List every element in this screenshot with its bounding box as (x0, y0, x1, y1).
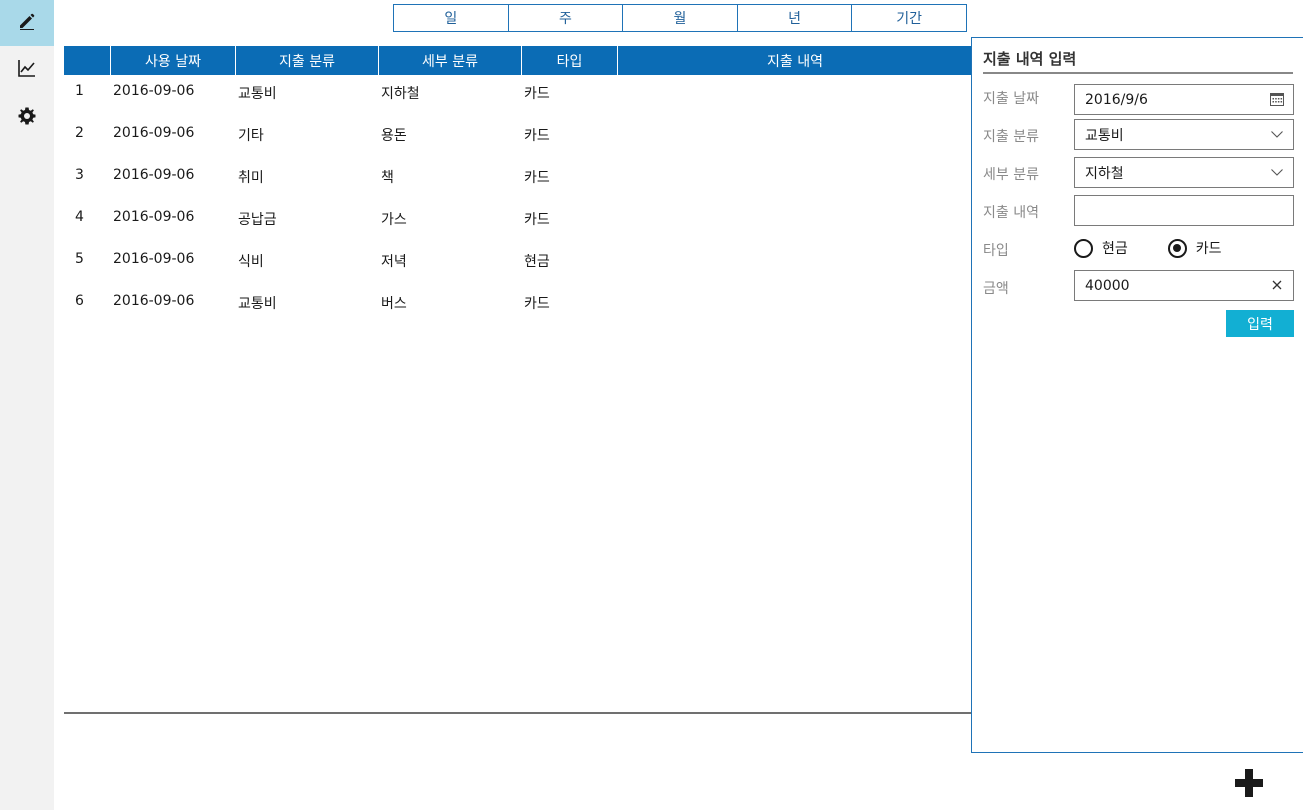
table-bottom-divider (64, 712, 972, 714)
amount-value: 40000 (1085, 277, 1130, 294)
row-index: 2 (75, 125, 84, 141)
sidebar-item-settings[interactable] (0, 95, 54, 141)
row-date: 2016-09-06 (113, 251, 195, 267)
plus-icon (1234, 769, 1264, 802)
row-index: 1 (75, 83, 84, 99)
row-subcategory: 지하철 (381, 86, 420, 102)
date-label: 지출 날짜 (983, 91, 1039, 107)
radio-cash-label: 현금 (1102, 241, 1128, 257)
subcategory-label: 세부 분류 (983, 167, 1039, 183)
table-row[interactable]: 2 2016-09-06 기타 용돈 카드 (64, 117, 972, 159)
category-value: 교통비 (1085, 127, 1124, 144)
subcategory-value: 지하철 (1085, 165, 1124, 182)
calendar-icon[interactable] (1269, 91, 1285, 107)
table-row[interactable]: 6 2016-09-06 교통비 버스 카드 (64, 285, 972, 327)
row-subcategory: 저녁 (381, 254, 407, 270)
table-body: 1 2016-09-06 교통비 지하철 카드 2 2016-09-06 기타 용돈 카드 3 201… (64, 75, 972, 327)
column-header-index[interactable] (64, 46, 111, 75)
row-type: 카드 (524, 128, 550, 144)
row-category: 교통비 (238, 86, 277, 102)
row-category: 공납금 (238, 212, 277, 228)
row-category: 교통비 (238, 296, 277, 312)
row-category: 취미 (238, 170, 264, 186)
column-header-detail[interactable]: 지출 내역 (618, 46, 972, 75)
column-header-type[interactable]: 타입 (522, 46, 618, 75)
date-value: 2016/9/6 (1085, 91, 1148, 108)
row-date: 2016-09-06 (113, 293, 195, 309)
row-subcategory: 용돈 (381, 128, 407, 144)
detail-input[interactable] (1074, 195, 1294, 226)
table-header: 사용 날짜 지출 분류 세부 분류 타입 지출 내역 (64, 46, 972, 75)
type-label: 타입 (983, 243, 1009, 259)
row-subcategory: 버스 (381, 296, 407, 312)
chevron-down-icon (1269, 126, 1285, 142)
row-category: 기타 (238, 128, 264, 144)
row-index: 3 (75, 167, 84, 183)
radio-cash[interactable]: 현금 (1074, 238, 1128, 258)
column-header-subcategory[interactable]: 세부 분류 (379, 46, 522, 75)
row-date: 2016-09-06 (113, 209, 195, 225)
chart-icon (17, 58, 37, 82)
clear-icon[interactable] (1269, 277, 1285, 293)
tab-day[interactable]: 일 (394, 5, 509, 31)
tab-week[interactable]: 주 (509, 5, 624, 31)
panel-title: 지출 내역 입력 (983, 50, 1077, 68)
tab-year[interactable]: 년 (738, 5, 853, 31)
category-select[interactable]: 교통비 (1074, 119, 1294, 150)
row-type: 현금 (524, 254, 550, 270)
expense-input-panel: 지출 내역 입력 지출 날짜 2016/9/6 지출 분류 교통비 세부 분류 … (971, 37, 1303, 753)
row-index: 6 (75, 293, 84, 309)
tab-month[interactable]: 월 (623, 5, 738, 31)
row-subcategory: 가스 (381, 212, 407, 228)
radio-card[interactable]: 카드 (1167, 238, 1222, 258)
pencil-icon (17, 11, 37, 35)
row-date: 2016-09-06 (113, 83, 195, 99)
expense-table: 사용 날짜 지출 분류 세부 분류 타입 지출 내역 1 2016-09-06 교통… (64, 46, 972, 327)
row-date: 2016-09-06 (113, 125, 195, 141)
gear-icon (17, 106, 37, 130)
radio-cash-circle[interactable] (1074, 238, 1093, 258)
radio-card-label: 카드 (1195, 241, 1222, 257)
tab-range[interactable]: 기간 (852, 5, 966, 31)
sidebar-item-stats[interactable] (0, 47, 54, 93)
column-header-category[interactable]: 지출 분류 (236, 46, 379, 75)
detail-label: 지출 내역 (983, 205, 1039, 221)
date-picker[interactable]: 2016/9/6 (1074, 84, 1294, 115)
row-index: 4 (75, 209, 84, 225)
table-row[interactable]: 1 2016-09-06 교통비 지하철 카드 (64, 75, 972, 117)
row-subcategory: 책 (381, 170, 394, 186)
row-type: 카드 (524, 212, 550, 228)
column-header-date[interactable]: 사용 날짜 (111, 46, 236, 75)
table-row[interactable]: 5 2016-09-06 식비 저녁 현금 (64, 243, 972, 285)
table-row[interactable]: 4 2016-09-06 공납금 가스 카드 (64, 201, 972, 243)
add-button[interactable] (1234, 768, 1264, 798)
category-label: 지출 분류 (983, 129, 1039, 145)
period-tabs: 일 주 월 년 기간 (393, 4, 967, 32)
submit-button[interactable]: 입력 (1226, 310, 1294, 337)
row-date: 2016-09-06 (113, 167, 195, 183)
amount-label: 금액 (983, 281, 1009, 297)
amount-input[interactable]: 40000 (1074, 270, 1294, 301)
chevron-down-icon (1269, 164, 1285, 180)
row-index: 5 (75, 251, 84, 267)
type-radio-group: 현금 카드 (1074, 238, 1262, 258)
sidebar (0, 0, 54, 810)
row-type: 카드 (524, 296, 550, 312)
row-type: 카드 (524, 170, 550, 186)
sidebar-item-input[interactable] (0, 0, 54, 46)
radio-card-circle[interactable] (1167, 238, 1187, 258)
row-category: 식비 (238, 254, 264, 270)
subcategory-select[interactable]: 지하철 (1074, 157, 1294, 188)
table-row[interactable]: 3 2016-09-06 취미 책 카드 (64, 159, 972, 201)
panel-title-divider (983, 72, 1293, 74)
row-type: 카드 (524, 86, 550, 102)
